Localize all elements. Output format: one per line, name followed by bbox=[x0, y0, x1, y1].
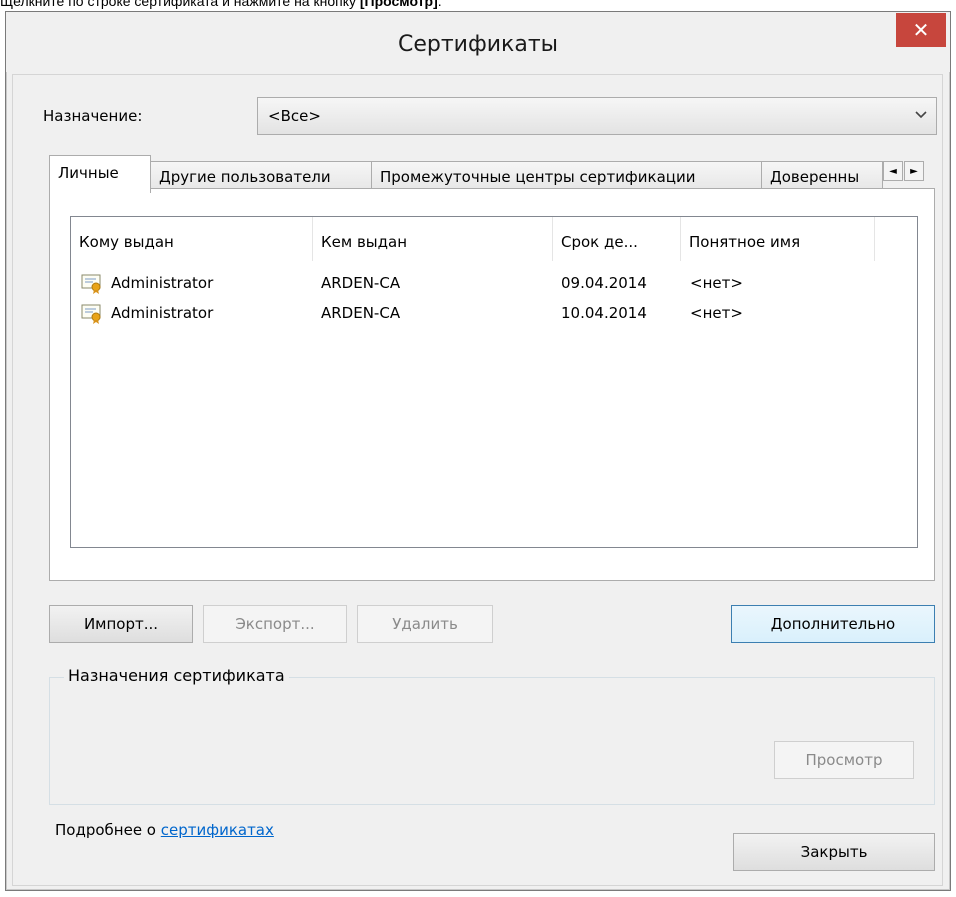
column-header-issued-to[interactable]: Кому выдан bbox=[71, 217, 313, 261]
title-bar[interactable]: Сертификаты ✕ bbox=[6, 12, 950, 72]
column-expiration-label: Срок де... bbox=[561, 233, 638, 251]
cell-expiration: 10.04.2014 bbox=[561, 304, 647, 322]
caption-text: Щелкните по строке сертификата и нажмите… bbox=[0, 0, 360, 9]
column-issued-to-label: Кому выдан bbox=[79, 233, 174, 251]
cell-issued-to: Administrator bbox=[111, 304, 214, 322]
remove-button[interactable]: Удалить bbox=[357, 605, 493, 643]
export-button[interactable]: Экспорт... bbox=[203, 605, 347, 643]
advanced-button[interactable]: Дополнительно bbox=[731, 605, 935, 643]
certificate-purposes-group: Назначения сертификата Просмотр bbox=[49, 666, 935, 805]
list-header: Кому выдан Кем выдан Срок де... Понятное… bbox=[71, 217, 917, 261]
tab-personal-label: Личные bbox=[58, 164, 119, 182]
column-header-expiration[interactable]: Срок де... bbox=[553, 217, 681, 261]
tab-scroll-left-button[interactable]: ◄ bbox=[883, 161, 903, 181]
window-title: Сертификаты bbox=[397, 32, 559, 57]
chevron-down-icon bbox=[914, 107, 928, 125]
learn-more-link[interactable]: сертификатах bbox=[161, 821, 274, 839]
caption-tail: . bbox=[437, 0, 442, 9]
column-header-issued-by[interactable]: Кем выдан bbox=[313, 217, 553, 261]
tab-panel-personal: Кому выдан Кем выдан Срок де... Понятное… bbox=[49, 188, 935, 581]
tab-intermediate-ca-label: Промежуточные центры сертификации bbox=[380, 168, 696, 186]
learn-more-text: Подробнее о сертификатах bbox=[55, 821, 274, 839]
certificates-dialog: Сертификаты ✕ Назначение: <Все> Личные Д… bbox=[5, 11, 951, 891]
close-button[interactable]: Закрыть bbox=[733, 833, 935, 871]
cell-friendly-name: <нет> bbox=[690, 304, 743, 322]
tab-intermediate-ca[interactable]: Промежуточные центры сертификации bbox=[371, 161, 762, 191]
dialog-client-area: Назначение: <Все> Личные Другие пользова… bbox=[12, 74, 943, 886]
column-header-friendly-name[interactable]: Понятное имя bbox=[681, 217, 875, 261]
certificate-icon bbox=[81, 272, 103, 294]
close-window-button[interactable]: ✕ bbox=[896, 13, 946, 47]
learn-more-prefix: Подробнее о bbox=[55, 821, 161, 839]
table-row[interactable]: Administrator ARDEN-CA 09.04.2014 <нет> bbox=[71, 269, 917, 299]
cell-issued-by: ARDEN-CA bbox=[321, 304, 401, 322]
tab-personal[interactable]: Личные bbox=[49, 155, 151, 193]
tab-other-people-label: Другие пользователи bbox=[159, 168, 331, 186]
close-icon: ✕ bbox=[912, 18, 930, 42]
instruction-caption: Щелкните по строке сертификата и нажмите… bbox=[0, 0, 442, 9]
tab-other-people[interactable]: Другие пользователи bbox=[150, 161, 372, 191]
certificate-list[interactable]: Кому выдан Кем выдан Срок де... Понятное… bbox=[70, 216, 918, 548]
arrow-left-icon: ◄ bbox=[889, 165, 897, 177]
cell-issued-to: Administrator bbox=[111, 274, 214, 292]
column-friendly-name-label: Понятное имя bbox=[689, 233, 801, 251]
table-row[interactable]: Administrator ARDEN-CA 10.04.2014 <нет> bbox=[71, 299, 917, 329]
purpose-label: Назначение: bbox=[43, 107, 143, 125]
arrow-right-icon: ► bbox=[910, 165, 918, 177]
tab-scroll-right-button[interactable]: ► bbox=[904, 161, 924, 181]
cell-expiration: 09.04.2014 bbox=[561, 274, 647, 292]
group-legend: Назначения сертификата bbox=[64, 666, 289, 685]
column-issued-by-label: Кем выдан bbox=[321, 233, 408, 251]
purpose-value: <Все> bbox=[268, 107, 321, 125]
tab-trusted-root-label: Доверенны bbox=[770, 168, 860, 186]
purpose-combobox[interactable]: <Все> bbox=[257, 97, 937, 135]
cell-issued-by: ARDEN-CA bbox=[321, 274, 401, 292]
view-button[interactable]: Просмотр bbox=[774, 741, 914, 779]
caption-bold: [Просмотр] bbox=[359, 0, 438, 9]
certificate-icon bbox=[81, 302, 103, 324]
tab-trusted-root[interactable]: Доверенны bbox=[761, 161, 883, 191]
cell-friendly-name: <нет> bbox=[690, 274, 743, 292]
import-button[interactable]: Импорт... bbox=[49, 605, 193, 643]
